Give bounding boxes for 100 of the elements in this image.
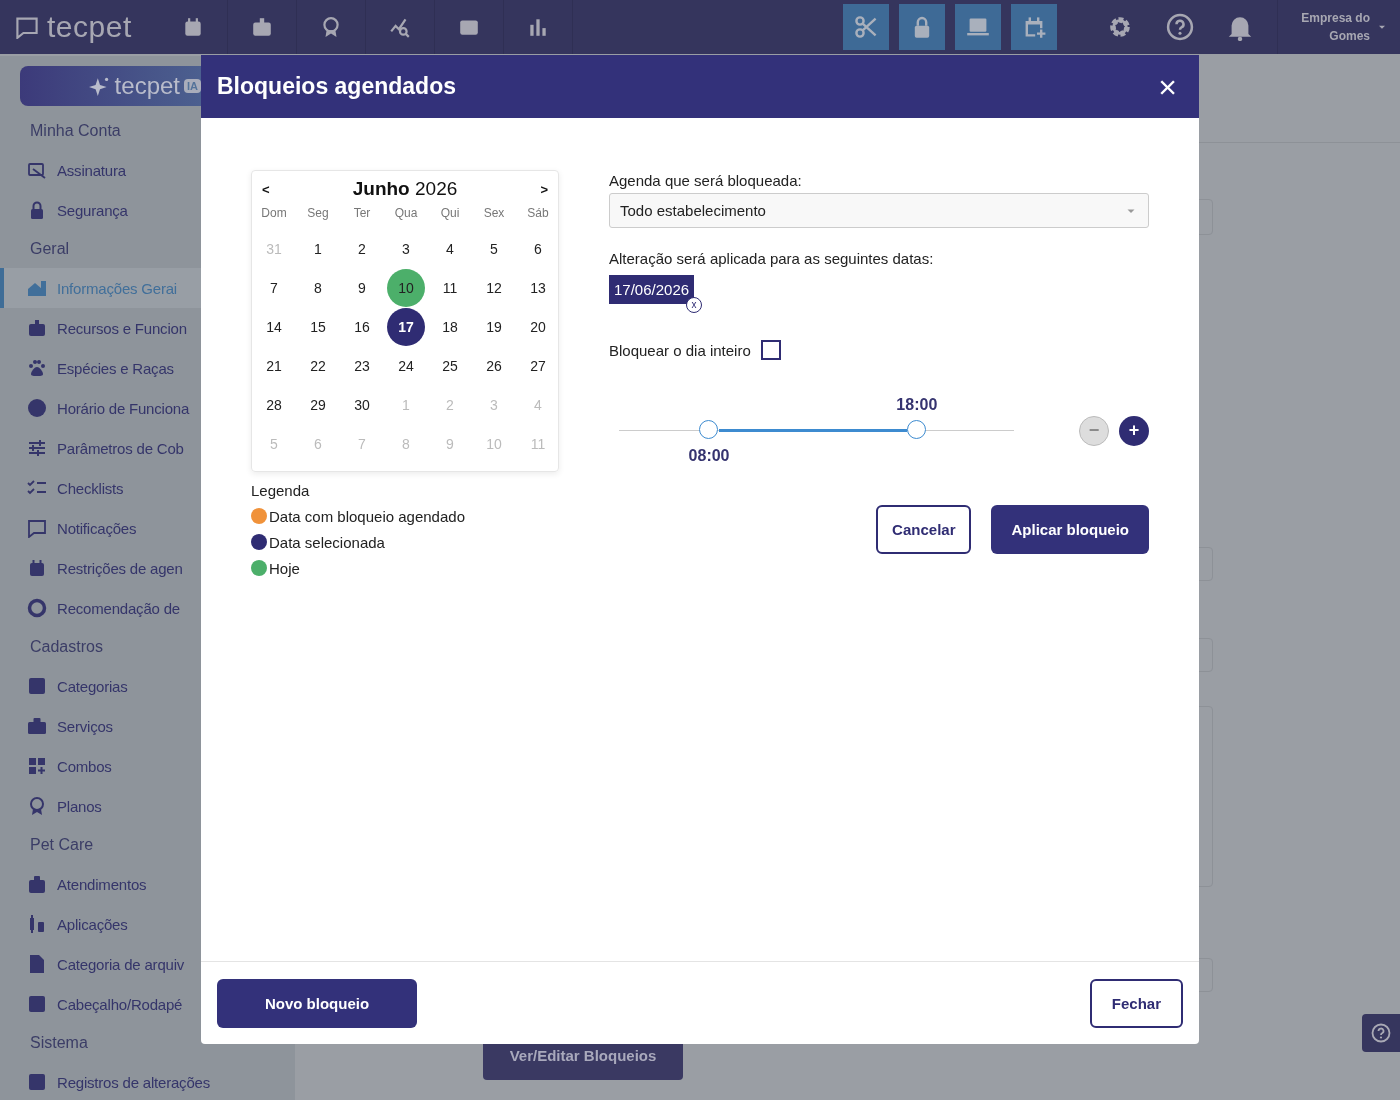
quick-action-button[interactable] bbox=[955, 4, 1001, 50]
medal-icon bbox=[27, 796, 47, 816]
medkit-icon bbox=[27, 874, 47, 894]
legend-title: Legenda bbox=[251, 482, 311, 499]
section-heading: Sistema bbox=[30, 1033, 88, 1053]
time-label: 18:00 bbox=[896, 396, 938, 414]
ring-icon bbox=[27, 598, 47, 618]
slider-handle[interactable] bbox=[699, 420, 719, 439]
medal-icon bbox=[320, 16, 342, 38]
weekday-label: Sáb bbox=[527, 205, 549, 222]
legend-label: Hoje bbox=[269, 559, 300, 577]
previous-month-button[interactable]: < bbox=[260, 181, 272, 197]
briefcase-icon bbox=[27, 716, 47, 736]
calendar-day[interactable]: 2 bbox=[343, 229, 381, 268]
weekday-label: Sex bbox=[483, 205, 505, 222]
calendar-day[interactable]: 26 bbox=[475, 346, 513, 385]
calendar-day[interactable]: 1 bbox=[299, 229, 337, 268]
calendar-day[interactable]: 9 bbox=[343, 268, 381, 307]
sidebar-item[interactable]: Recomendação de bbox=[0, 588, 295, 628]
field-label: Alteração será aplicada para as seguintes datas: bbox=[609, 250, 935, 267]
calendar-day[interactable]: 10 bbox=[387, 268, 425, 307]
help-icon bbox=[1166, 13, 1194, 41]
syringe-icon bbox=[27, 914, 47, 934]
sliders-icon bbox=[27, 438, 47, 458]
checkbox[interactable] bbox=[760, 340, 781, 360]
calendar-day[interactable]: 4 bbox=[431, 229, 469, 268]
calendar-day[interactable]: 21 bbox=[255, 346, 293, 385]
chat-icon bbox=[27, 518, 47, 538]
calendar-day[interactable]: 25 bbox=[431, 346, 469, 385]
sparkle-icon bbox=[88, 75, 111, 97]
calendar-day[interactable]: 17 bbox=[387, 307, 425, 346]
section-heading: Minha Conta bbox=[30, 121, 121, 141]
cancel-button[interactable]: Cancelar bbox=[876, 505, 972, 554]
weekday-label: Seg bbox=[307, 205, 329, 222]
calendar-day[interactable]: 18 bbox=[431, 307, 469, 346]
calendar-day[interactable]: 16 bbox=[343, 307, 381, 346]
calendar-day[interactable]: 28 bbox=[255, 385, 293, 424]
calendar-day[interactable]: 22 bbox=[299, 346, 337, 385]
user-menu[interactable]: Empresa do Gomes bbox=[1277, 0, 1400, 54]
calendar-day[interactable]: 13 bbox=[519, 268, 557, 307]
schedule-select[interactable]: Todo estabelecimento bbox=[609, 193, 1149, 228]
ai-badge: IA bbox=[184, 79, 201, 93]
id-badge-icon bbox=[27, 318, 47, 338]
bar-chart-icon bbox=[527, 16, 549, 38]
time-label: 08:00 bbox=[688, 447, 730, 465]
calendar-day[interactable]: 5 bbox=[475, 229, 513, 268]
quick-action-button[interactable] bbox=[1011, 4, 1057, 50]
new-block-button[interactable]: Novo bloqueio bbox=[217, 978, 417, 1028]
close-button[interactable]: Fechar bbox=[1089, 978, 1183, 1028]
calendar-day[interactable]: 29 bbox=[299, 385, 337, 424]
quick-action-button[interactable] bbox=[843, 4, 889, 50]
building-icon bbox=[27, 278, 47, 298]
help-button[interactable] bbox=[1362, 1014, 1400, 1052]
field-label: Agenda que será bloqueada: bbox=[609, 172, 803, 189]
sidebar-item[interactable]: Atendimentos bbox=[0, 864, 295, 904]
sign-icon bbox=[27, 160, 47, 180]
app-logo[interactable]: tecpet bbox=[47, 10, 132, 44]
slider-handle[interactable] bbox=[906, 420, 926, 439]
next-month-button[interactable]: > bbox=[538, 181, 550, 197]
calendar-day[interactable]: 7 bbox=[255, 268, 293, 307]
logo-icon bbox=[15, 15, 39, 39]
calendar-day[interactable]: 6 bbox=[519, 229, 557, 268]
remove-date-button[interactable]: x bbox=[686, 297, 703, 313]
calendar-icon bbox=[182, 16, 204, 38]
calendar-day[interactable]: 8 bbox=[299, 268, 337, 307]
sidebar-item[interactable]: Categorias bbox=[0, 666, 295, 706]
calendar-icon bbox=[27, 558, 47, 578]
chart-search-icon bbox=[389, 16, 411, 38]
calendar-day[interactable]: 30 bbox=[343, 385, 381, 424]
month-title: Junho 2026 bbox=[352, 178, 458, 200]
calendar-day[interactable]: 23 bbox=[343, 346, 381, 385]
calendar-day[interactable]: 27 bbox=[519, 346, 557, 385]
sidebar-item[interactable]: Serviços bbox=[0, 706, 295, 746]
sidebar-item[interactable]: Combos bbox=[0, 746, 295, 786]
close-button[interactable]: × bbox=[1152, 70, 1183, 103]
scissors-icon bbox=[854, 15, 878, 39]
apply-button[interactable]: Aplicar bloqueio bbox=[991, 505, 1149, 554]
checkbox-label: Bloquear o dia inteiro bbox=[609, 341, 751, 359]
calendar-day[interactable]: 12 bbox=[475, 268, 513, 307]
legend-label: Data com bloqueio agendado bbox=[269, 507, 465, 525]
calendar-day[interactable]: 19 bbox=[475, 307, 513, 346]
grid-plus-icon bbox=[27, 756, 47, 776]
calendar-day[interactable]: 14 bbox=[255, 307, 293, 346]
calendar-day[interactable]: 3 bbox=[387, 229, 425, 268]
sidebar-item[interactable]: Registros de alterações bbox=[0, 1062, 295, 1100]
sidebar-item[interactable]: Planos bbox=[0, 786, 295, 826]
quick-action-button[interactable] bbox=[899, 4, 945, 50]
weekday-label: Qua bbox=[394, 205, 418, 222]
weekday-label: Dom bbox=[261, 205, 287, 222]
section-heading: Geral bbox=[30, 239, 70, 259]
weekday-label: Ter bbox=[353, 205, 371, 222]
section-heading: Pet Care bbox=[30, 835, 94, 855]
weekday-label: Qui bbox=[440, 205, 460, 222]
calendar-day[interactable]: 20 bbox=[519, 307, 557, 346]
sidebar-item[interactable]: Aplicações bbox=[0, 904, 295, 944]
add-range-button[interactable]: + bbox=[1119, 415, 1149, 446]
section-heading: Cadastros bbox=[30, 637, 103, 657]
calendar-day[interactable]: 15 bbox=[299, 307, 337, 346]
calendar-day[interactable]: 11 bbox=[431, 268, 469, 307]
calendar-day[interactable]: 24 bbox=[387, 346, 425, 385]
